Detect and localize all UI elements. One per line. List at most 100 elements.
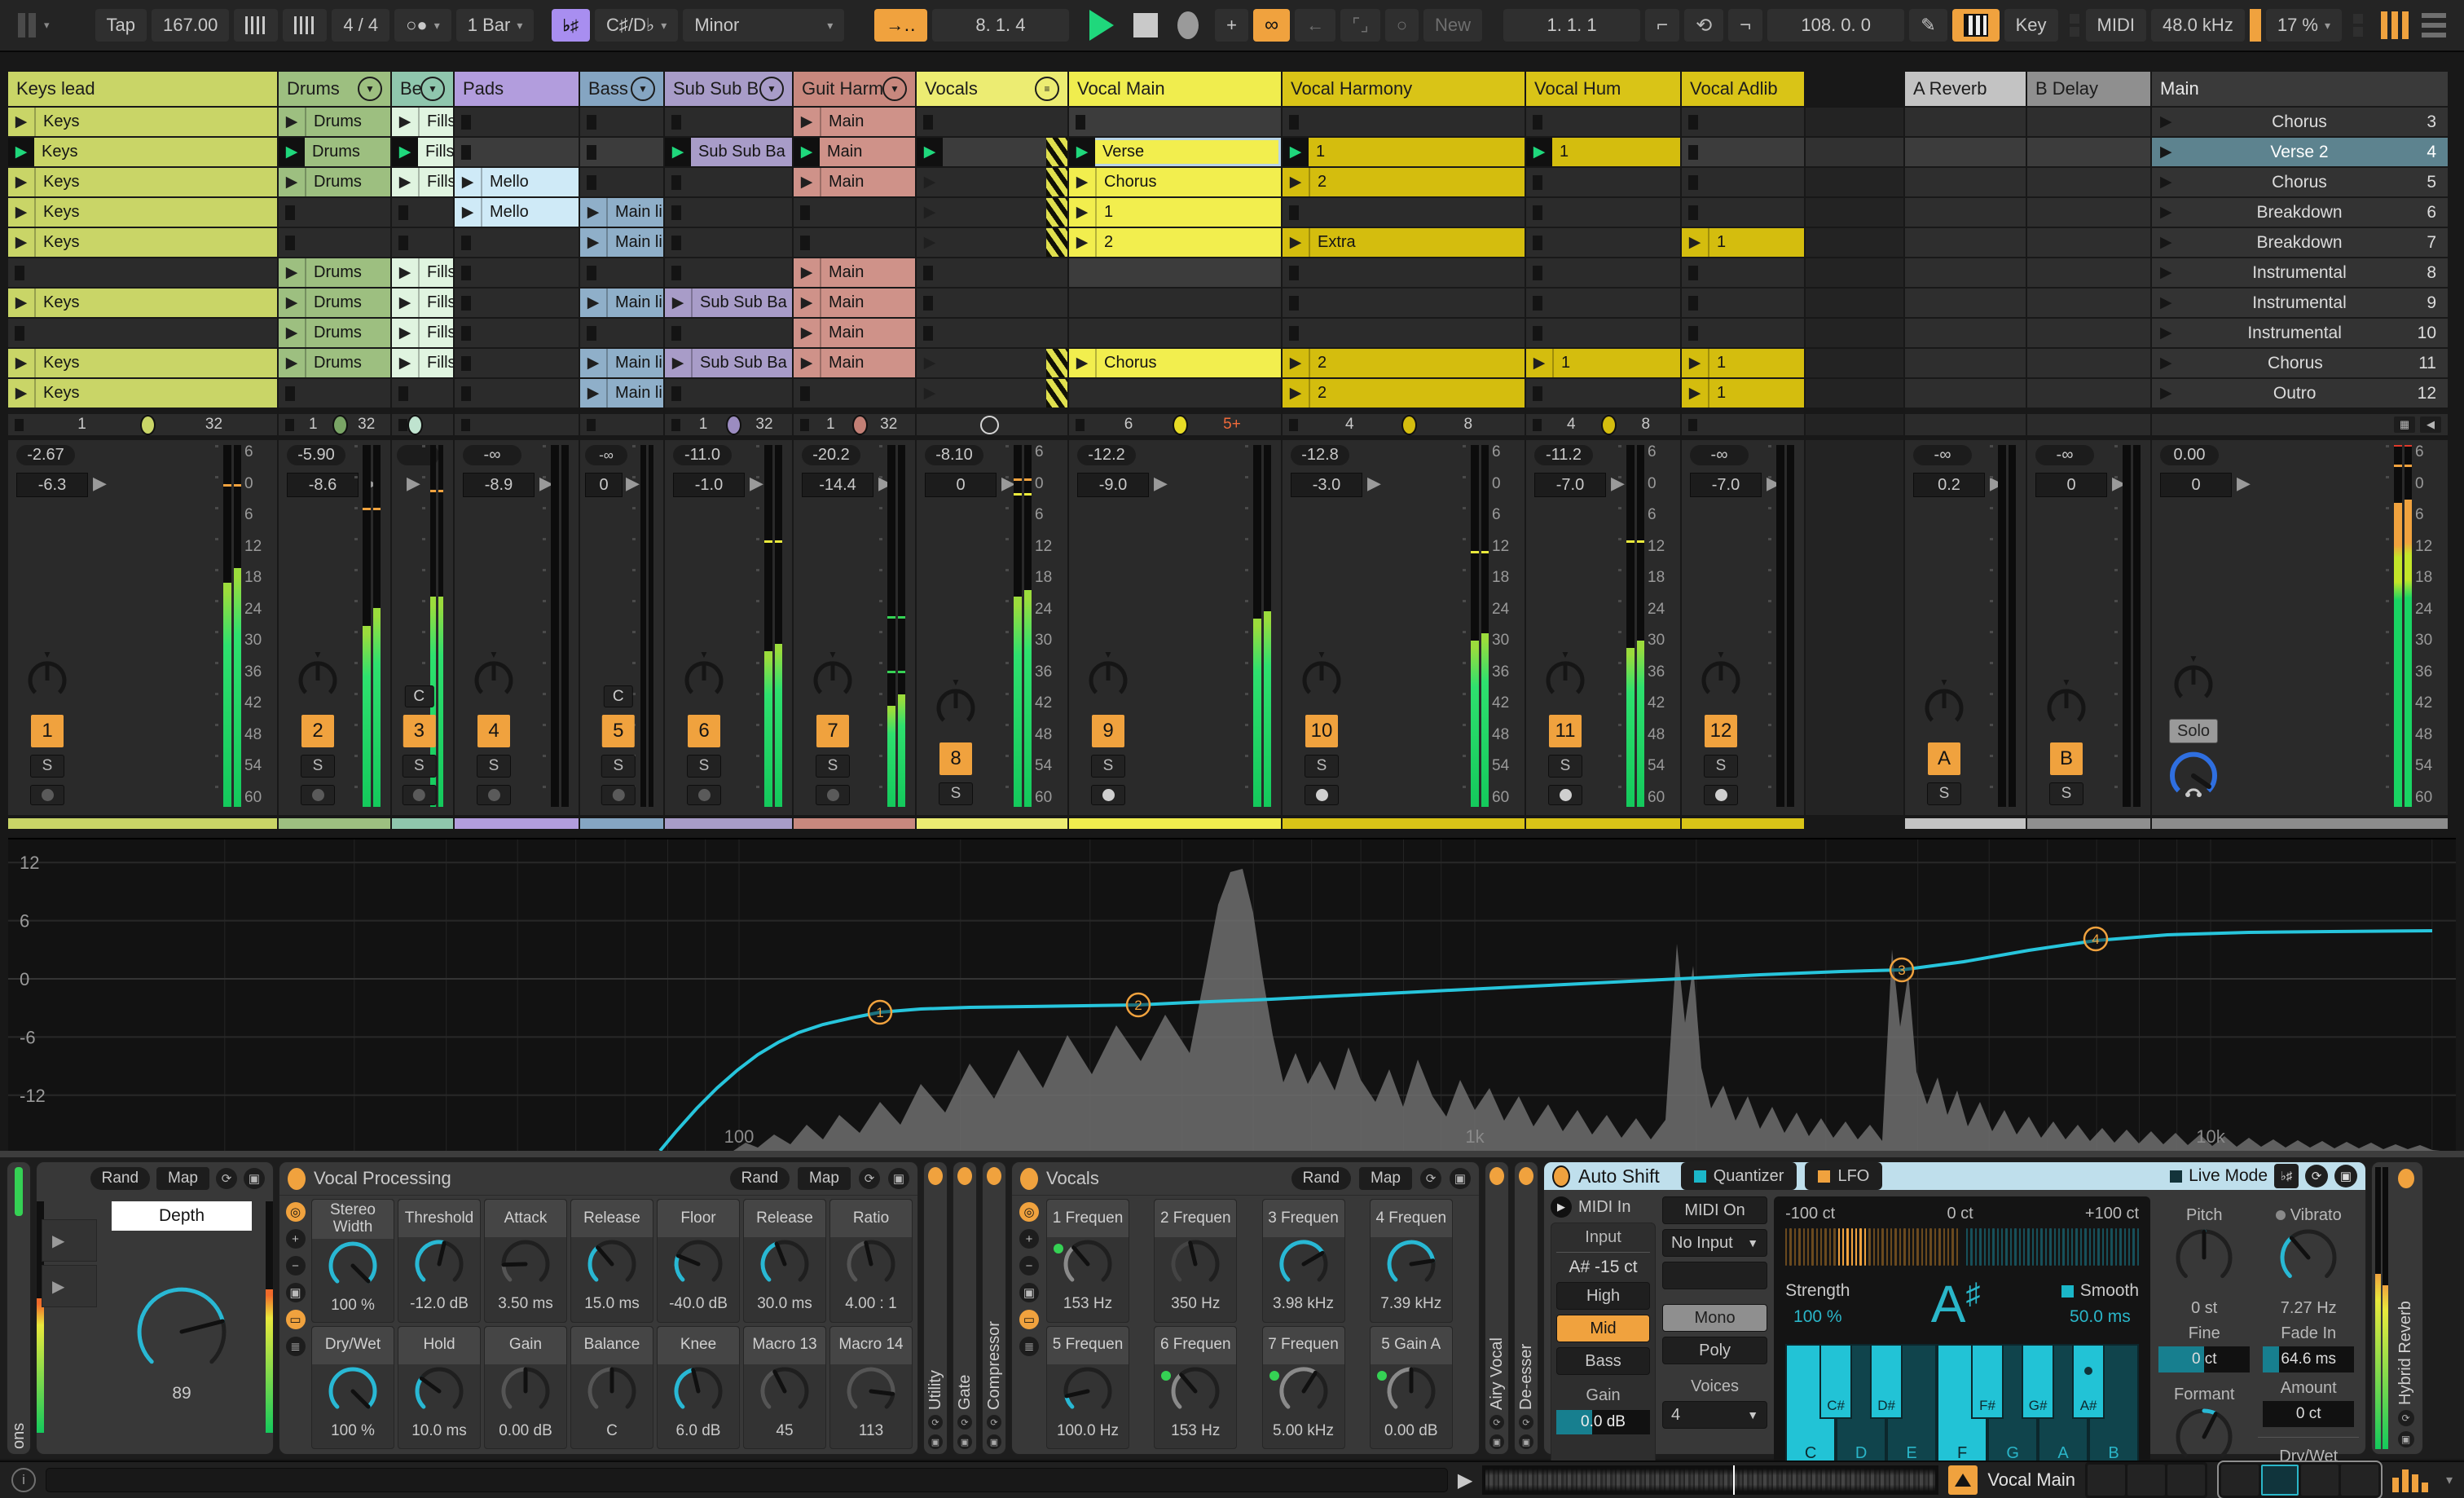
clip-launch-button[interactable]: ▶ bbox=[580, 198, 608, 227]
clip-stop-square[interactable] bbox=[587, 114, 596, 130]
clip-stop-square[interactable] bbox=[461, 386, 471, 401]
clip-slot[interactable] bbox=[1283, 289, 1525, 317]
macro-value[interactable]: 30.0 ms bbox=[757, 1295, 812, 1316]
clip-slot[interactable] bbox=[917, 108, 1067, 136]
draw-mode-button[interactable]: ✎ bbox=[1909, 9, 1947, 42]
pan-knob[interactable]: ▼ bbox=[2044, 677, 2089, 735]
key-map-mode-button[interactable]: Key bbox=[2004, 9, 2058, 42]
macro-value[interactable]: 10.0 ms bbox=[411, 1422, 467, 1443]
return-slot[interactable] bbox=[2027, 108, 2150, 136]
macro-knob[interactable] bbox=[326, 1364, 380, 1422]
macro-name[interactable]: Hold bbox=[398, 1326, 480, 1364]
save-icon[interactable]: ▣ bbox=[987, 1434, 1001, 1449]
play-button[interactable] bbox=[1085, 7, 1119, 43]
collapsed-device-utility[interactable]: Utility ⟳ ▣ bbox=[923, 1161, 948, 1455]
clip-launch-button[interactable]: ▶ bbox=[794, 349, 821, 377]
eq-spectrum-display[interactable]: 12 6 0 -6 -12 100 1k 10k 1 2 3 4 bbox=[8, 838, 2456, 1152]
macro-name-field[interactable]: Depth bbox=[112, 1201, 252, 1231]
clip-slot[interactable]: ▶ Drums bbox=[279, 168, 390, 196]
clip-slot[interactable]: ▶ bbox=[917, 379, 1067, 408]
macro-knob[interactable] bbox=[412, 1237, 466, 1295]
clip-slot[interactable] bbox=[392, 228, 453, 257]
clip-stop-square[interactable] bbox=[15, 265, 24, 280]
clip-slot[interactable]: ▶ Main lin bbox=[580, 228, 663, 257]
macro-value[interactable]: 113 bbox=[859, 1422, 883, 1443]
midi-on-button[interactable]: MIDI On bbox=[1662, 1196, 1768, 1224]
clip-stop-square[interactable] bbox=[800, 235, 810, 250]
computer-midi-keyboard-button[interactable] bbox=[1951, 9, 2000, 42]
clip-slot[interactable] bbox=[1526, 289, 1680, 317]
macro-knob[interactable] bbox=[1277, 1364, 1331, 1422]
arm-button[interactable] bbox=[1091, 785, 1125, 805]
clip-stop-square[interactable] bbox=[671, 174, 681, 190]
punch-out-button[interactable]: ¬ bbox=[1728, 9, 1763, 42]
return-slot[interactable] bbox=[1905, 228, 2026, 257]
solo-button[interactable]: Solo bbox=[2169, 719, 2218, 743]
clip-stop-square[interactable] bbox=[285, 205, 295, 220]
macro-value[interactable]: 350 Hz bbox=[1171, 1295, 1220, 1316]
clip-slot[interactable]: ▶ Drums bbox=[279, 319, 390, 347]
macro-variations-icon[interactable]: ◎ bbox=[285, 1202, 306, 1222]
clip-slot[interactable]: ▶ Main bbox=[794, 319, 915, 347]
clip-stop-square[interactable] bbox=[1289, 295, 1299, 311]
clip-slot[interactable] bbox=[455, 289, 579, 317]
clip-slot[interactable]: ▶ Chorus bbox=[1069, 349, 1281, 377]
arm-button[interactable] bbox=[402, 785, 437, 805]
collapsed-device-gate[interactable]: Gate ⟳ ▣ bbox=[953, 1161, 977, 1455]
pitch-knob[interactable] bbox=[2173, 1227, 2235, 1293]
arrangement-view-toggle[interactable] bbox=[2422, 13, 2447, 37]
clip-launch-button[interactable]: ▶ bbox=[1283, 168, 1310, 196]
return-slot[interactable] bbox=[2027, 349, 2150, 377]
macro-name[interactable]: 5 Frequen bbox=[1047, 1326, 1129, 1364]
clip-stop-square[interactable] bbox=[461, 144, 471, 160]
device-chain-thumbnail[interactable] bbox=[2084, 1462, 2207, 1498]
clip-stop-square[interactable] bbox=[1533, 295, 1542, 311]
macro-value[interactable]: 153 Hz bbox=[1063, 1295, 1112, 1316]
peak-level-display[interactable]: -20.2 bbox=[802, 445, 860, 465]
scene-play-icon[interactable]: ▶ bbox=[2160, 235, 2172, 250]
clip-stop-square[interactable] bbox=[461, 265, 471, 280]
stop-all-square[interactable] bbox=[1688, 418, 1697, 431]
eq-graph[interactable]: 1260-6-12100 1k 10k1 234 bbox=[8, 839, 2456, 1152]
stop-all-clips-button[interactable]: ▦ bbox=[2394, 416, 2415, 433]
refresh-icon[interactable]: ⟳ bbox=[2397, 1410, 2414, 1426]
clip-slot[interactable]: ▶ Keys bbox=[8, 168, 277, 196]
clip-slot[interactable] bbox=[1283, 258, 1525, 287]
macro-name[interactable]: Stereo Width bbox=[312, 1200, 394, 1239]
chain-select-button[interactable]: ▶ bbox=[42, 1265, 97, 1307]
clip-slot[interactable]: ▶ Keys bbox=[8, 138, 277, 166]
clip-slot[interactable] bbox=[1526, 168, 1680, 196]
clip-slot[interactable] bbox=[580, 319, 663, 347]
volume-field[interactable]: -7.0 bbox=[1690, 473, 1762, 497]
clip-stop-square[interactable] bbox=[587, 144, 596, 160]
macro-knob[interactable] bbox=[671, 1364, 725, 1422]
arm-button[interactable] bbox=[687, 785, 721, 805]
track-stop-row[interactable]: 1 32 bbox=[665, 414, 792, 435]
clip-stop-square[interactable] bbox=[671, 114, 681, 130]
macro-variations-icon[interactable]: ◎ bbox=[1019, 1202, 1039, 1222]
macro-value[interactable]: -40.0 dB bbox=[669, 1295, 728, 1316]
macro-knob[interactable] bbox=[1277, 1237, 1331, 1295]
peak-level-display[interactable]: 0.00 bbox=[2160, 445, 2219, 465]
clip-launch-button[interactable]: ▶ bbox=[392, 168, 420, 196]
stop-all-square[interactable] bbox=[1076, 418, 1085, 431]
clip-launch-button[interactable]: ▶ bbox=[665, 289, 693, 317]
track-fold-icon[interactable]: ▼ bbox=[358, 77, 382, 101]
clip-slot[interactable] bbox=[279, 379, 390, 408]
clip-slot[interactable] bbox=[392, 198, 453, 227]
macro-knob[interactable] bbox=[671, 1237, 725, 1295]
macro-value[interactable]: 6.0 dB bbox=[676, 1422, 721, 1443]
collapsed-device-airy-vocal[interactable]: Airy Vocal ⟳ ▣ bbox=[1485, 1161, 1509, 1455]
arm-button[interactable] bbox=[1548, 785, 1582, 805]
clip-slot[interactable]: ▶ Sub Sub Ba bbox=[665, 289, 792, 317]
clip-launch-button[interactable]: ▶ bbox=[392, 319, 420, 347]
capture-new-button[interactable]: New bbox=[1423, 9, 1483, 42]
clip-slot[interactable]: ▶ Drums bbox=[279, 258, 390, 287]
fader-triangle-icon[interactable]: ▶ bbox=[1367, 473, 1381, 494]
clip-launch-button[interactable]: ▶ bbox=[1526, 138, 1552, 166]
clip-slot[interactable]: ▶ Chorus bbox=[1069, 168, 1281, 196]
macro-value[interactable]: 45 bbox=[776, 1422, 793, 1443]
clip-slot[interactable] bbox=[665, 198, 792, 227]
macro-value[interactable]: 3.50 ms bbox=[498, 1295, 553, 1316]
clip-stop-square[interactable] bbox=[285, 386, 295, 401]
